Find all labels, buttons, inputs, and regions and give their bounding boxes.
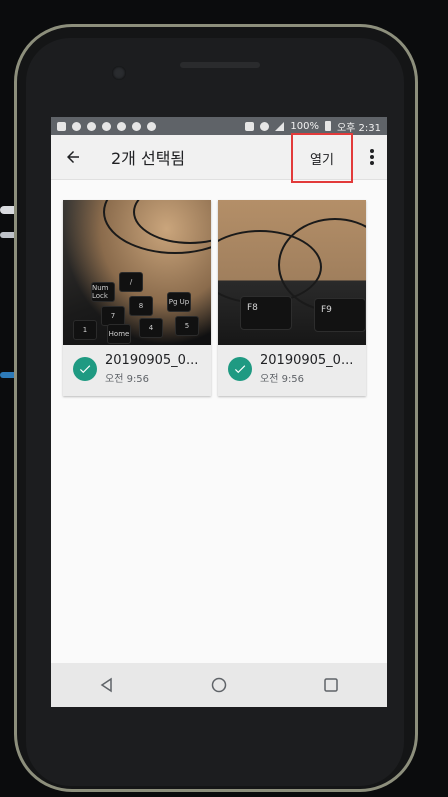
file-card[interactable]: F8 F9 20190905_0... 오전 9:56 (218, 200, 366, 396)
signal-icon (275, 121, 285, 131)
file-card[interactable]: Num Lock / 7 8 Pg Up Home 4 5 1 20190905… (63, 200, 211, 396)
keyboard-key: Pg Up (167, 292, 191, 312)
file-meta-text: 20190905_0... 오전 9:56 (105, 353, 198, 385)
square-recents-icon (324, 678, 338, 692)
notification-icon (57, 121, 66, 131)
wifi-icon (260, 121, 270, 131)
shield-icon (87, 121, 96, 131)
mute-icon (245, 121, 255, 131)
open-button[interactable]: 열기 (291, 133, 353, 183)
nav-back-button[interactable] (87, 665, 127, 705)
checkmark-icon (234, 365, 246, 374)
eye-icon (117, 121, 126, 131)
function-keys-photo-thumbnail: F8 F9 (218, 200, 366, 345)
checkmark-icon (79, 365, 91, 374)
keyboard-key: 1 (73, 320, 97, 340)
file-time: 오전 9:56 (105, 374, 150, 385)
back-button[interactable] (51, 135, 95, 179)
keyboard-key: / (119, 272, 143, 292)
eye-icon (147, 121, 156, 131)
nav-home-button[interactable] (199, 665, 239, 705)
more-options-button[interactable] (361, 135, 383, 179)
keyboard-key: F9 (314, 298, 366, 332)
keyboard-key: 4 (139, 318, 163, 338)
selected-check-icon[interactable] (228, 357, 252, 381)
earpiece (180, 62, 260, 68)
keyboard-key: 7 (101, 306, 125, 326)
circle-home-icon (211, 677, 227, 693)
keyboard-key: Num Lock (91, 282, 115, 302)
status-right-icons: 100% 오후 2:31 (245, 119, 381, 134)
clock: 오후 2:31 (336, 122, 381, 134)
file-name: 20190905_0... (105, 353, 199, 368)
status-left-icons (57, 121, 156, 131)
nav-recents-button[interactable] (311, 665, 351, 705)
keyboard-key: 5 (175, 316, 199, 336)
file-meta-text: 20190905_0... 오전 9:56 (260, 353, 353, 385)
keyboard-key: F8 (240, 296, 292, 330)
triangle-back-icon (100, 677, 112, 693)
file-meta: 20190905_0... 오전 9:56 (63, 345, 211, 393)
battery-icon (324, 121, 331, 131)
usb-icon (72, 121, 81, 131)
file-name: 20190905_0... (260, 353, 354, 368)
gear-icon (102, 121, 111, 131)
selected-check-icon[interactable] (73, 357, 97, 381)
page-title: 2개 선택됨 (111, 149, 186, 168)
more-vert-icon (370, 149, 374, 165)
arrow-back-icon (67, 151, 79, 163)
system-nav-bar (51, 663, 387, 707)
app-bar: 2개 선택됨 열기 (51, 133, 387, 183)
front-camera (112, 66, 126, 80)
file-time: 오전 9:56 (260, 374, 305, 385)
eye-icon (132, 121, 141, 131)
keyboard-photo-thumbnail: Num Lock / 7 8 Pg Up Home 4 5 1 (63, 200, 211, 345)
keyboard-key: Home (107, 324, 131, 344)
keyboard-key: 8 (129, 296, 153, 316)
file-meta: 20190905_0... 오전 9:56 (218, 345, 366, 393)
battery-percent: 100% (290, 120, 319, 132)
phone-screen: 100% 오후 2:31 2개 선택됨 열기 Num Lock / 7 8 Pg… (51, 117, 387, 707)
